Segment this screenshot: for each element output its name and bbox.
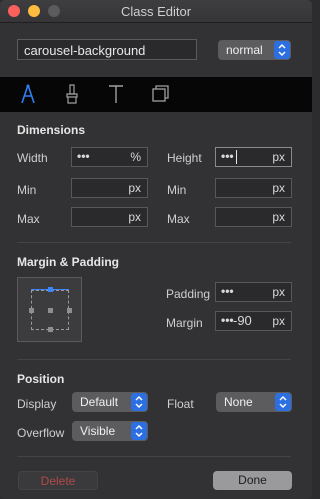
text-icon[interactable] (106, 83, 126, 105)
max-width-unit: px (128, 210, 141, 224)
title-bar: Class Editor (0, 0, 312, 23)
height-field[interactable]: ••• px (215, 147, 292, 167)
max-height-label: Max (167, 212, 190, 226)
height-label: Height (167, 151, 202, 165)
bottom-handle[interactable] (48, 327, 53, 332)
overflow-select[interactable]: Visible (72, 421, 148, 441)
box-model-widget[interactable] (17, 277, 82, 342)
window-title: Class Editor (120, 4, 192, 19)
width-label: Width (17, 151, 48, 165)
float-select[interactable]: None (216, 392, 292, 412)
padding-unit[interactable]: px (272, 283, 285, 301)
padding-field[interactable]: ••• px (215, 282, 292, 302)
state-select[interactable]: normal (218, 40, 291, 60)
updown-chevron-icon (131, 393, 147, 411)
overflow-label: Overflow (17, 426, 65, 440)
updown-chevron-icon (131, 422, 147, 440)
compass-icon[interactable] (18, 83, 38, 105)
top-handle[interactable] (48, 287, 53, 292)
class-editor-window: Class Editor carousel-background normal … (0, 0, 312, 499)
padding-options-dots[interactable]: ••• (221, 283, 234, 300)
margin-options-dots[interactable]: ••• (221, 312, 234, 329)
layers-icon[interactable] (150, 83, 170, 105)
max-width-field[interactable]: px (71, 207, 148, 227)
text-cursor (236, 150, 237, 164)
inspector-tab-bar (0, 77, 312, 112)
min-height-field[interactable]: px (215, 178, 292, 198)
min-width-field[interactable]: px (71, 178, 148, 198)
min-height-label: Min (167, 183, 187, 197)
display-select-value: Default (80, 395, 119, 409)
left-handle[interactable] (29, 308, 34, 313)
state-select-value: normal (226, 43, 263, 57)
float-label: Float (167, 397, 194, 411)
right-handle[interactable] (67, 308, 72, 313)
margin-value[interactable]: -90 (233, 312, 252, 330)
height-options-dots[interactable]: ••• (221, 148, 234, 165)
margin-unit[interactable]: px (272, 312, 285, 330)
width-field[interactable]: ••• % (71, 147, 148, 167)
max-width-label: Max (17, 212, 40, 226)
delete-button[interactable]: Delete (18, 471, 98, 490)
position-title: Position (17, 372, 65, 386)
display-select[interactable]: Default (72, 392, 148, 412)
display-label: Display (17, 397, 57, 411)
margin-padding-title: Margin & Padding (17, 255, 119, 269)
width-unit[interactable]: % (130, 148, 141, 166)
height-unit[interactable]: px (272, 148, 285, 166)
max-height-field[interactable]: px (215, 207, 292, 227)
min-width-label: Min (17, 183, 37, 197)
updown-chevron-icon (275, 393, 291, 411)
class-name-input[interactable]: carousel-background (17, 39, 197, 60)
brush-icon[interactable] (62, 83, 82, 105)
margin-field[interactable]: ••• -90 px (215, 311, 292, 331)
dimensions-title: Dimensions (17, 123, 86, 137)
max-height-unit: px (272, 210, 285, 224)
min-height-unit: px (272, 181, 285, 195)
float-select-value: None (224, 395, 253, 409)
padding-label: Padding (166, 287, 211, 301)
divider (17, 359, 291, 360)
center-handle[interactable] (48, 308, 53, 313)
min-width-unit: px (128, 181, 141, 195)
divider (17, 456, 291, 457)
done-button[interactable]: Done (213, 471, 292, 490)
margin-label: Margin (166, 316, 203, 330)
width-options-dots[interactable]: ••• (77, 148, 90, 165)
divider (17, 242, 291, 243)
updown-chevron-icon (274, 41, 290, 59)
overflow-select-value: Visible (80, 424, 116, 438)
